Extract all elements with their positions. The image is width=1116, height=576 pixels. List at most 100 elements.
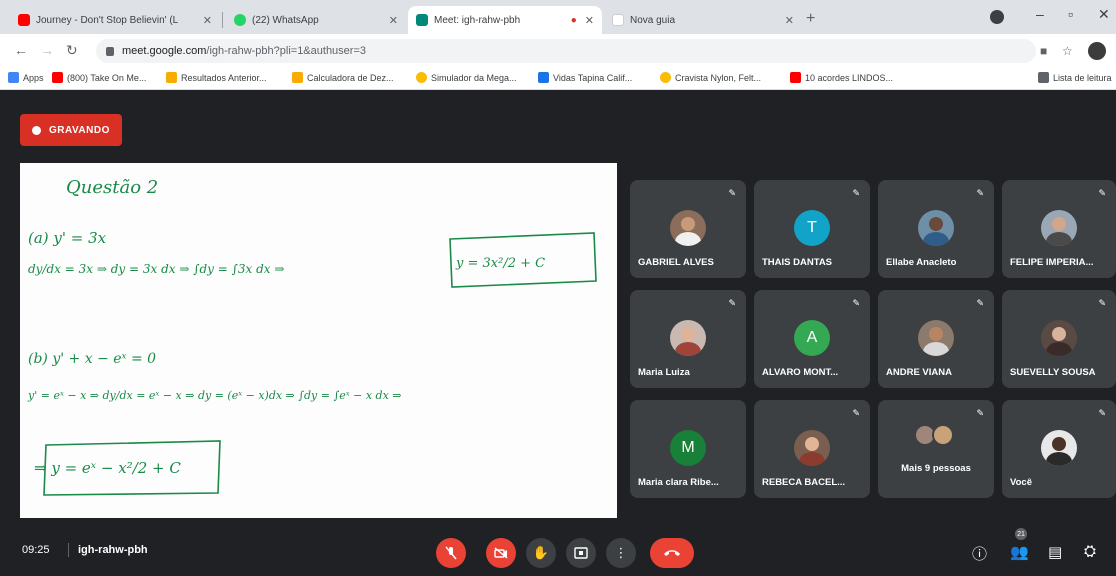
raise-hand-button[interactable]: ✋ — [526, 538, 556, 568]
camera-off-button[interactable] — [486, 538, 516, 568]
address-bar[interactable]: meet.google.com /igh-rahw-pbh?pli=1&auth… — [96, 39, 1036, 63]
mic-off-button[interactable] — [436, 538, 466, 568]
participant-photo — [670, 210, 706, 246]
participant-name: ANDRE VIANA — [886, 367, 952, 378]
maximize-icon[interactable]: ▫ — [1068, 6, 1073, 22]
bookmark-favicon-icon — [538, 72, 549, 83]
search-tabs-icon[interactable] — [990, 10, 1004, 24]
tab-separator — [222, 12, 223, 28]
close-tab-icon[interactable]: ✕ — [389, 14, 398, 27]
meeting-code: igh-rahw-pbh — [78, 544, 148, 556]
participant-tile[interactable]: ✎ ANDRE VIANA — [878, 290, 994, 388]
forward-icon[interactable]: → — [40, 42, 54, 58]
participant-tile[interactable]: ✎ SUEVELLY SOUSA — [1002, 290, 1116, 388]
divider — [68, 543, 69, 557]
participant-tile[interactable]: ✎ FELIPE IMPERIA... — [1002, 180, 1116, 278]
chat-icon[interactable]: ▤ — [1048, 543, 1062, 561]
participant-name: REBECA BACEL... — [762, 477, 846, 488]
present-now-button[interactable] — [566, 538, 596, 568]
bookmark-apps[interactable]: Apps — [8, 72, 44, 83]
tab-journey[interactable]: Journey - Don't Stop Believin' (L ✕ — [10, 6, 220, 34]
participant-tile[interactable]: ✎ T THAIS DANTAS — [754, 180, 870, 278]
participant-tile[interactable]: ✎ Ellabe Anacleto — [878, 180, 994, 278]
participant-tile[interactable]: ✎ REBECA BACEL... — [754, 400, 870, 498]
close-tab-icon[interactable]: ✕ — [785, 14, 794, 27]
tab-whatsapp[interactable]: (22) WhatsApp ✕ — [226, 6, 406, 34]
reading-list-icon — [1038, 72, 1049, 83]
tab-meet[interactable]: Meet: igh-rahw-pbh ● ✕ — [408, 6, 602, 34]
participant-photo — [918, 210, 954, 246]
reading-list[interactable]: Lista de leitura — [1038, 72, 1112, 83]
activities-icon[interactable]: ⛭ — [1084, 543, 1096, 560]
more-options-button[interactable]: ⋮ — [606, 538, 636, 568]
participant-photo — [670, 320, 706, 356]
camera-permission-icon[interactable]: ■ — [1040, 44, 1047, 58]
participant-photo — [1041, 320, 1077, 356]
leave-call-button[interactable] — [650, 538, 694, 568]
mic-off-icon: ✎ — [976, 298, 984, 308]
participant-initial-avatar: A — [794, 320, 830, 356]
bookmark-favicon-icon — [166, 72, 177, 83]
part-b-steps: y' = eˣ − x ⇒ dy/dx = eˣ − x ⇒ dy = (eˣ … — [27, 389, 401, 402]
bookmark-star-icon[interactable]: ☆ — [1062, 44, 1073, 58]
meeting-clock: 09:25 — [22, 544, 50, 556]
bookmark-item[interactable]: Cravista Nylon, Felt... — [660, 72, 761, 83]
meeting-details-icon[interactable]: ⓘ — [972, 543, 987, 564]
hang-up-icon — [664, 550, 680, 556]
participant-name: FELIPE IMPERIA... — [1010, 257, 1094, 268]
recording-badge[interactable]: GRAVANDO — [20, 114, 122, 146]
shared-screen-whiteboard: Questão 2 (a) y' = 3x dy/dx = 3x ⇒ dy = … — [20, 163, 617, 518]
mic-off-icon: ✎ — [852, 408, 860, 418]
participant-name: SUEVELLY SOUSA — [1010, 367, 1096, 378]
youtube-icon — [790, 72, 801, 83]
tab-new[interactable]: Nova guia ✕ — [604, 6, 802, 34]
whatsapp-icon — [234, 14, 246, 26]
self-tile[interactable]: ✎ Você — [1002, 400, 1116, 498]
participant-name: Você — [1010, 477, 1033, 488]
minimize-icon[interactable]: – — [1036, 6, 1044, 22]
mic-off-icon: ✎ — [728, 298, 736, 308]
apps-grid-icon — [8, 72, 19, 83]
participant-photo — [1041, 430, 1077, 466]
bookmark-item[interactable]: Simulador da Mega... — [416, 72, 517, 83]
participant-group-avatar — [932, 424, 954, 446]
close-tab-icon[interactable]: ✕ — [585, 14, 594, 27]
back-icon[interactable]: ← — [14, 42, 28, 58]
youtube-icon — [18, 14, 30, 26]
participant-tile[interactable]: ✎ Maria Luiza — [630, 290, 746, 388]
mic-off-icon: ✎ — [728, 188, 736, 198]
participant-tile[interactable]: ✎ GABRIEL ALVES — [630, 180, 746, 278]
hand-icon: ✋ — [532, 545, 550, 560]
part-a-result: y = 3x²/2 + C — [455, 256, 545, 271]
browser-tab-bar: Journey - Don't Stop Believin' (L ✕ (22)… — [0, 0, 1116, 34]
bookmark-item[interactable]: (800) Take On Me... — [52, 72, 146, 83]
reload-icon[interactable]: ↻ — [66, 42, 78, 59]
participant-tile[interactable]: ✎ A ALVARO MONT... — [754, 290, 870, 388]
bookmark-item[interactable]: 10 acordes LINDOS... — [790, 72, 893, 83]
mic-off-icon: ✎ — [852, 188, 860, 198]
new-tab-button[interactable]: + — [806, 10, 815, 28]
bookmarks-bar: Apps (800) Take On Me... Resultados Ante… — [0, 68, 1116, 90]
meet-control-bar: 09:25 igh-rahw-pbh ✋ ⋮ ⓘ 👥 ▤ ⛭ — [0, 528, 1116, 576]
participant-name: THAIS DANTAS — [762, 257, 833, 268]
participant-photo — [1041, 210, 1077, 246]
more-participants-tile[interactable]: ✎ Mais 9 pessoas — [878, 400, 994, 498]
bookmark-favicon-icon — [292, 72, 303, 83]
mic-off-icon: ✎ — [1098, 408, 1106, 418]
more-vert-icon: ⋮ — [614, 545, 628, 560]
url-path: /igh-rahw-pbh?pli=1&authuser=3 — [206, 45, 366, 57]
tab-title: Nova guia — [630, 14, 676, 26]
close-tab-icon[interactable]: ✕ — [203, 14, 212, 27]
participant-tile[interactable]: M Maria clara Ribe... — [630, 400, 746, 498]
youtube-icon — [52, 72, 63, 83]
tab-title: (22) WhatsApp — [252, 14, 319, 26]
window-close-icon[interactable]: ✕ — [1098, 6, 1110, 23]
participant-photo — [918, 320, 954, 356]
participant-name: GABRIEL ALVES — [638, 257, 714, 268]
bookmark-item[interactable]: Calculadora de Dez... — [292, 72, 394, 83]
profile-avatar[interactable] — [1088, 42, 1106, 60]
people-icon[interactable]: 👥 — [1010, 543, 1029, 561]
participant-name: Ellabe Anacleto — [886, 257, 957, 268]
bookmark-item[interactable]: Vidas Tapina Calif... — [538, 72, 632, 83]
bookmark-item[interactable]: Resultados Anterior... — [166, 72, 267, 83]
